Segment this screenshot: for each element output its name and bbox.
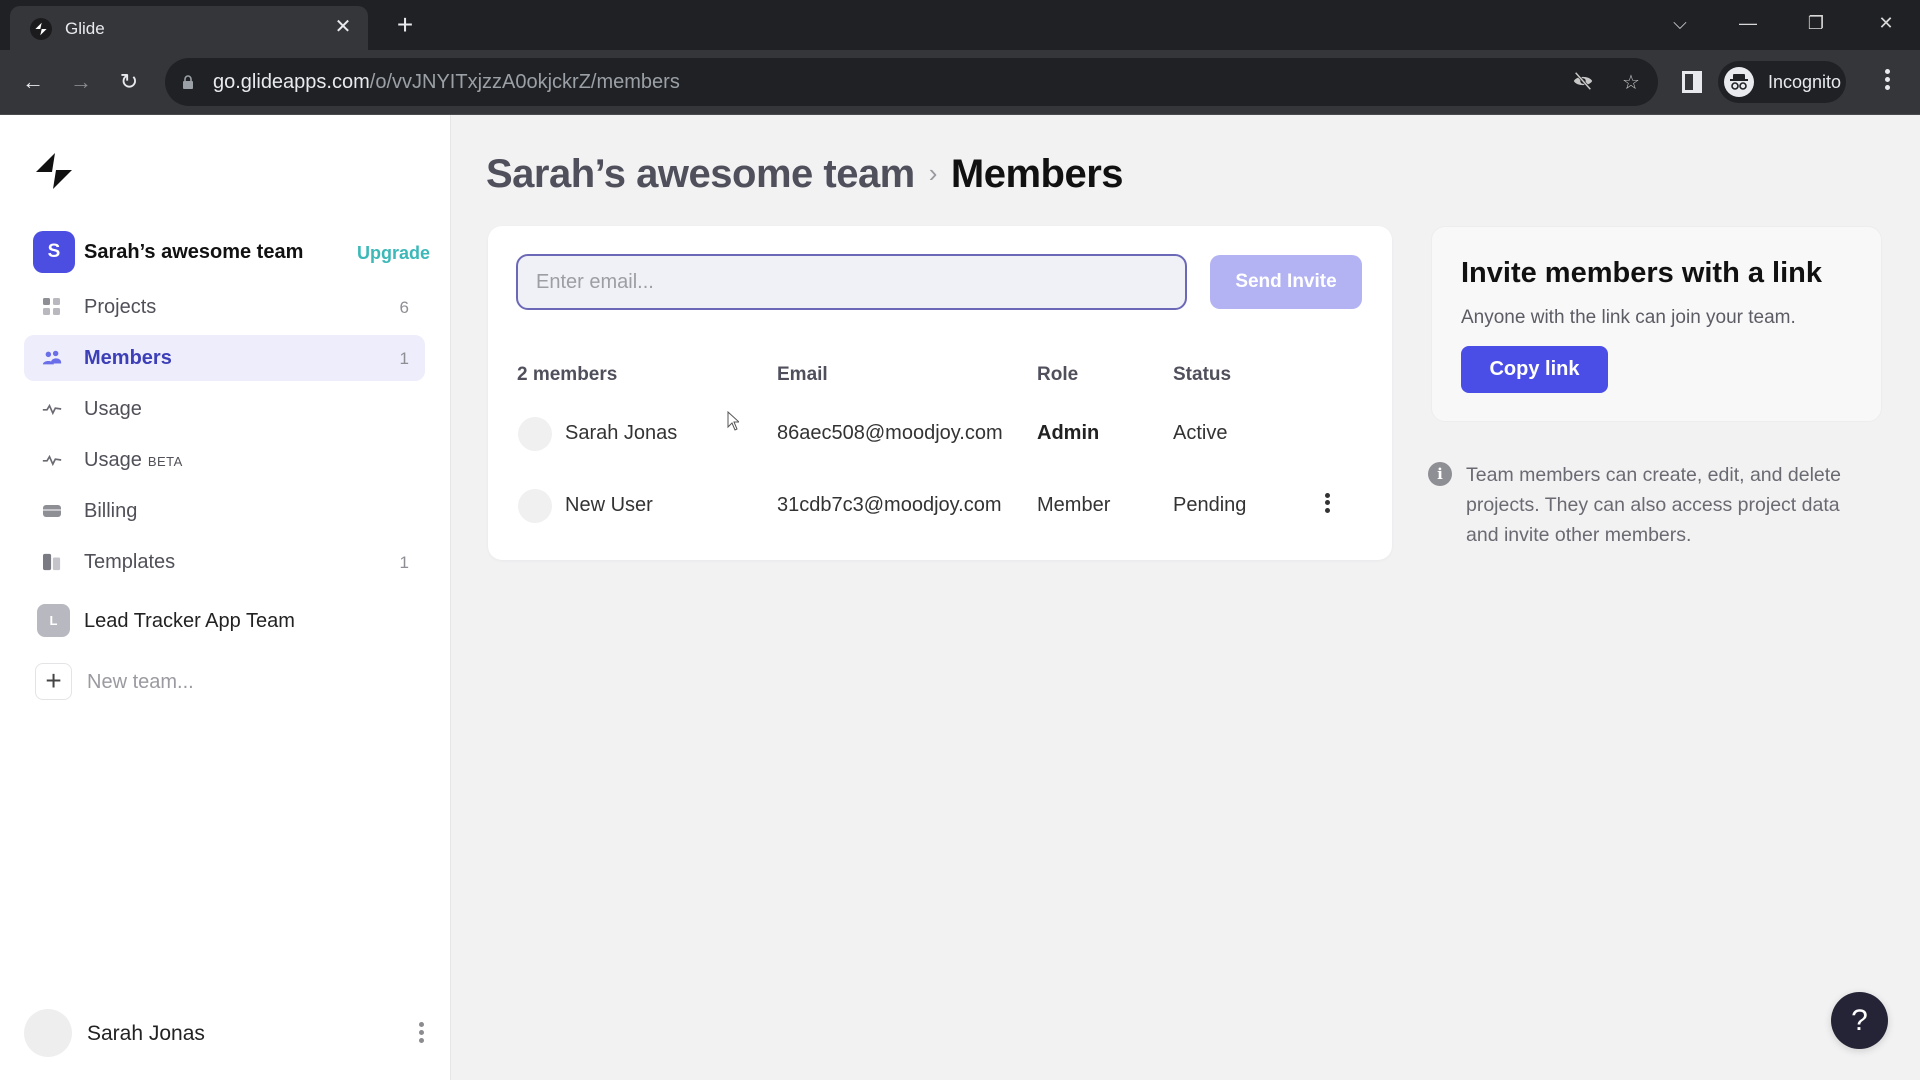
close-window-icon[interactable]: ✕ xyxy=(1866,8,1906,38)
activity-icon xyxy=(42,403,62,416)
mouse-cursor-icon xyxy=(727,411,739,431)
sidebar-item-label: Billing xyxy=(84,500,138,522)
browser-tab[interactable]: Glide ✕ xyxy=(10,6,368,50)
chevron-right-icon: › xyxy=(928,158,938,188)
permissions-info-text: Team members can create, edit, and delet… xyxy=(1466,464,1842,546)
profile-label: Incognito xyxy=(1768,72,1842,92)
help-button[interactable]: ? xyxy=(1831,992,1888,1049)
member-email: 31cdb7c3@moodjoy.com xyxy=(777,494,1002,516)
sidebar-item-label: Usage BETA xyxy=(84,449,183,471)
tab-close-icon[interactable]: ✕ xyxy=(330,14,356,40)
tab-search-icon[interactable]: ⌵ xyxy=(1660,8,1700,38)
incognito-icon xyxy=(1724,67,1754,97)
sidebar-item-members[interactable]: Members 1 xyxy=(24,335,425,381)
templates-icon xyxy=(43,553,61,571)
member-email: 86aec508@moodjoy.com xyxy=(777,422,1003,444)
plus-icon: + xyxy=(35,663,72,700)
tracking-protection-eye-off-icon[interactable] xyxy=(1570,70,1596,96)
sidebar-item-templates[interactable]: Templates 1 xyxy=(24,539,425,585)
sidebar-item-label: Usage xyxy=(84,398,142,420)
team-avatar: L xyxy=(37,604,70,637)
browser-menu-icon[interactable] xyxy=(1880,66,1894,98)
activity-icon xyxy=(42,454,62,467)
sidebar-item-count: 6 xyxy=(399,298,409,317)
avatar xyxy=(24,1009,72,1057)
invite-link-card: Invite members with a link Anyone with t… xyxy=(1431,226,1882,422)
users-icon xyxy=(42,350,62,365)
members-count-header: 2 members xyxy=(517,364,618,385)
avatar xyxy=(518,489,552,523)
new-team-button[interactable]: + New team... xyxy=(35,663,415,701)
team-switcher[interactable]: S Sarah’s awesome team Upgrade xyxy=(33,231,430,273)
user-options-kebab-icon[interactable] xyxy=(414,1019,428,1049)
table-row: Sarah Jonas 86aec508@moodjoy.com Admin A… xyxy=(488,398,1392,470)
member-role: Member xyxy=(1037,494,1111,516)
send-invite-button[interactable]: Send Invite xyxy=(1210,255,1362,309)
browser-toolbar: ← → ↻ go.glideapps.com/o/vvJNYITxjzzA0ok… xyxy=(0,50,1920,115)
beta-badge: BETA xyxy=(147,454,183,469)
member-status: Pending xyxy=(1173,494,1247,516)
tab-title: Glide xyxy=(65,19,105,38)
member-role: Admin xyxy=(1037,422,1100,444)
browser-tab-bar: Glide ✕ + ⌵ — ❐ ✕ xyxy=(0,0,1920,50)
upgrade-link[interactable]: Upgrade xyxy=(357,243,430,264)
sidebar-item-billing[interactable]: Billing xyxy=(24,488,425,534)
bookmark-star-icon[interactable]: ☆ xyxy=(1618,70,1644,96)
avatar xyxy=(518,417,552,451)
sidebar: S Sarah’s awesome team Upgrade Projects … xyxy=(0,115,451,1080)
forward-icon[interactable]: → xyxy=(65,66,97,98)
sidebar-team-lead-tracker[interactable]: L Lead Tracker App Team xyxy=(37,604,417,638)
sidebar-item-usage[interactable]: Usage xyxy=(24,386,425,432)
address-bar[interactable]: go.glideapps.com/o/vvJNYITxjzzA0okjckrZ/… xyxy=(165,58,1658,106)
member-status: Active xyxy=(1173,422,1228,444)
role-column-header: Role xyxy=(1037,364,1079,385)
lock-icon xyxy=(183,75,193,89)
sidebar-item-label: Templates xyxy=(84,551,176,573)
info-icon: i xyxy=(1428,462,1452,486)
url-text: go.glideapps.com/o/vvJNYITxjzzA0okjckrZ/… xyxy=(213,71,680,93)
member-options-kebab-icon[interactable] xyxy=(1320,490,1334,522)
sidebar-item-label: Projects xyxy=(84,296,157,318)
invite-link-title: Invite members with a link xyxy=(1461,257,1822,289)
credit-card-icon xyxy=(43,505,61,517)
incognito-profile-button[interactable]: Incognito xyxy=(1718,61,1846,103)
page-title: Members xyxy=(950,152,1124,196)
team-avatar: S xyxy=(33,231,75,273)
new-team-label: New team... xyxy=(87,671,194,693)
member-name: Sarah Jonas xyxy=(565,422,678,444)
user-menu[interactable]: Sarah Jonas xyxy=(24,1009,424,1057)
minimize-icon[interactable]: — xyxy=(1728,8,1768,38)
new-tab-button[interactable]: + xyxy=(390,10,420,40)
email-column-header: Email xyxy=(777,364,828,385)
invite-link-subtitle: Anyone with the link can join your team. xyxy=(1461,307,1796,328)
side-panel-icon[interactable] xyxy=(1682,71,1702,93)
user-name: Sarah Jonas xyxy=(87,1022,205,1045)
back-icon[interactable]: ← xyxy=(17,66,49,98)
invite-email-input[interactable] xyxy=(516,254,1187,310)
member-name: New User xyxy=(565,494,653,516)
breadcrumb-parent[interactable]: Sarah’s awesome team xyxy=(486,152,915,196)
reload-icon[interactable]: ↻ xyxy=(113,66,145,98)
sidebar-item-projects[interactable]: Projects 6 xyxy=(24,284,425,330)
team-name: Sarah’s awesome team xyxy=(84,241,304,263)
grid-icon xyxy=(43,298,60,315)
sidebar-item-count: 1 xyxy=(399,349,409,368)
glide-favicon-icon xyxy=(30,18,52,40)
sidebar-item-count: 1 xyxy=(399,553,409,572)
restore-icon[interactable]: ❐ xyxy=(1796,8,1836,38)
sidebar-item-usage-beta[interactable]: Usage BETA xyxy=(24,437,425,483)
sidebar-item-label: Members xyxy=(84,347,172,369)
table-row: New User 31cdb7c3@moodjoy.com Member Pen… xyxy=(488,470,1392,542)
members-card: Send Invite 2 members Email Role Status … xyxy=(488,226,1392,560)
glide-logo-icon[interactable] xyxy=(33,151,75,191)
status-column-header: Status xyxy=(1173,364,1232,385)
team-name: Lead Tracker App Team xyxy=(84,610,295,632)
copy-link-button[interactable]: Copy link xyxy=(1461,346,1608,393)
breadcrumb: Sarah’s awesome team › Members xyxy=(486,152,1124,197)
